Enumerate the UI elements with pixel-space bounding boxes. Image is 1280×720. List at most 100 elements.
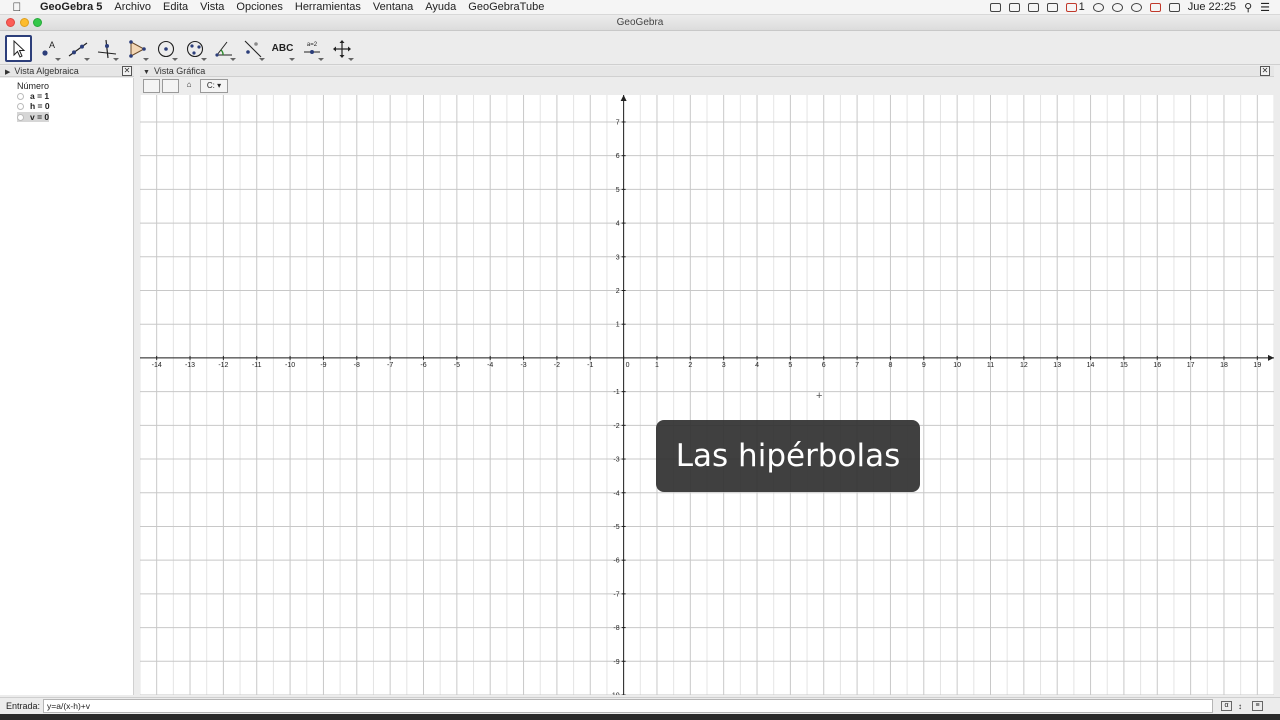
- x-axis-arrow: [1268, 354, 1274, 361]
- bluetooth-icon[interactable]: [1111, 2, 1123, 12]
- x-tick-label: 9: [922, 362, 926, 369]
- move-tool-button[interactable]: [5, 35, 32, 62]
- circle-tool-button[interactable]: [152, 35, 179, 62]
- symbol-keyboard-icon[interactable]: α: [1221, 701, 1233, 711]
- conic-icon: [186, 40, 203, 57]
- x-tick-label: -5: [454, 362, 460, 369]
- macos-menubar:  GeoGebra 5 Archivo Edita Vista Opcione…: [0, 0, 1280, 15]
- x-tick-label: 5: [788, 362, 792, 369]
- point-capture-label: C:: [206, 81, 215, 90]
- polygon-tool-button[interactable]: [123, 35, 150, 62]
- algebra-item-a[interactable]: a = 1: [17, 91, 49, 101]
- menu-herramientas[interactable]: Herramientas: [289, 1, 367, 13]
- y-tick-label: -5: [613, 524, 619, 531]
- menu-ayuda[interactable]: Ayuda: [419, 1, 462, 13]
- visibility-toggle-icon[interactable]: [17, 102, 24, 110]
- y-tick-label: -7: [613, 591, 619, 598]
- x-tick-label: 14: [1087, 362, 1095, 369]
- menu-ventana[interactable]: Ventana: [367, 1, 419, 13]
- y-axis-arrow: [620, 95, 627, 101]
- photo-icon[interactable]: [1008, 2, 1020, 12]
- text-tool-button[interactable]: ABC: [269, 35, 296, 62]
- collapse-triangle-icon[interactable]: ▶: [5, 67, 10, 78]
- spotlight-icon[interactable]: ⚲: [1244, 1, 1252, 14]
- close-window-icon[interactable]: [6, 18, 15, 27]
- toggle-grid-button[interactable]: [162, 79, 179, 93]
- wifi-icon[interactable]: [1130, 2, 1142, 12]
- toggle-axes-button[interactable]: [143, 79, 160, 93]
- dropbox-icon[interactable]: [1027, 2, 1039, 12]
- algebra-item-h[interactable]: h = 0: [17, 101, 50, 111]
- menu-opciones[interactable]: Opciones: [230, 1, 288, 13]
- move-view-icon: [332, 39, 351, 58]
- algebra-view-header[interactable]: ▶ Vista Algebraica ✕: [0, 66, 134, 77]
- x-tick-label: -12: [218, 362, 228, 369]
- point-tool-button[interactable]: A: [35, 35, 62, 62]
- angle-tool-button[interactable]: [210, 35, 237, 62]
- coordinate-plane[interactable]: -14 -13 -12 -11 -10 -9 -8 -7 -6 -5 -4 -3 -2 -1 0 1 2 3 4 5 6…: [140, 95, 1274, 695]
- x-tick-label: 3: [722, 362, 726, 369]
- input-help-icon[interactable]: ↕: [1238, 702, 1242, 711]
- svg-text:A: A: [49, 40, 55, 50]
- graphics-view[interactable]: -14 -13 -12 -11 -10 -9 -8 -7 -6 -5 -4 -3 -2 -1 0 1 2 3 4 5 6…: [140, 95, 1274, 695]
- collapse-triangle-icon[interactable]: ▼: [143, 67, 150, 78]
- algebra-view-title: Vista Algebraica: [14, 66, 79, 76]
- input-history-icon[interactable]: ≡: [1252, 701, 1264, 711]
- x-tick-label: 18: [1220, 362, 1228, 369]
- input-field[interactable]: y=a/(x-h)+v: [43, 699, 1214, 713]
- volume-icon[interactable]: [1168, 2, 1180, 12]
- x-tick-label: 12: [1020, 362, 1028, 369]
- screen-record-icon[interactable]: [989, 2, 1001, 12]
- menu-vista[interactable]: Vista: [194, 1, 230, 13]
- slider-tool-button[interactable]: a=2: [298, 35, 325, 62]
- menubar-clock[interactable]: Jue 22:25: [1188, 1, 1236, 13]
- menu-archivo[interactable]: Archivo: [108, 1, 157, 13]
- y-tick-label: -9: [613, 659, 619, 666]
- x-tick-label: 6: [822, 362, 826, 369]
- angle-icon: [214, 41, 232, 57]
- apple-icon[interactable]: : [0, 0, 34, 14]
- menu-geogebratube[interactable]: GeoGebraTube: [462, 1, 550, 13]
- close-algebra-view-icon[interactable]: ✕: [122, 66, 132, 76]
- menu-edita[interactable]: Edita: [157, 1, 194, 13]
- visibility-toggle-icon[interactable]: [17, 92, 24, 100]
- visibility-toggle-icon[interactable]: [17, 113, 24, 121]
- zoom-window-icon[interactable]: [33, 18, 42, 27]
- algebra-view: Número a = 1 h = 0 v = 0: [0, 78, 134, 695]
- y-tick-label: -2: [613, 423, 619, 430]
- close-graphics-view-icon[interactable]: ✕: [1260, 66, 1270, 76]
- graphics-view-title: Vista Gráfica: [153, 66, 206, 76]
- perpendicular-tool-button[interactable]: [93, 35, 120, 62]
- reflect-tool-button[interactable]: [239, 35, 266, 62]
- graphics-view-header[interactable]: ▼ Vista Gráfica ✕: [140, 66, 1274, 77]
- x-tick-label: -1: [587, 362, 593, 369]
- algebra-item-text: h = 0: [30, 101, 50, 111]
- menu-list-icon[interactable]: ☰: [1260, 1, 1270, 14]
- x-tick-label: -14: [152, 362, 162, 369]
- algebra-item-v[interactable]: v = 0: [17, 112, 50, 122]
- line-tool-button[interactable]: [64, 35, 91, 62]
- x-tick-label: -3: [520, 362, 526, 369]
- arrow-cursor-icon: [13, 39, 25, 58]
- slider-icon: a=2: [303, 42, 320, 54]
- mail-indicator[interactable]: 1: [1065, 1, 1085, 13]
- x-tick-label: -6: [420, 362, 426, 369]
- minimize-window-icon[interactable]: [20, 18, 29, 27]
- home-icon[interactable]: ⌂: [183, 79, 195, 93]
- y-tick-label: 5: [616, 187, 620, 194]
- polygon-icon: [128, 39, 146, 58]
- point-icon: A: [41, 40, 55, 56]
- conic-tool-button[interactable]: [181, 35, 208, 62]
- y-tick-label: -3: [613, 457, 619, 464]
- x-tick-label: -4: [487, 362, 493, 369]
- x-tick-label: 13: [1053, 362, 1061, 369]
- clipboard-icon[interactable]: [1046, 2, 1058, 12]
- line-icon: [68, 42, 87, 56]
- point-capture-dropdown[interactable]: C: ▾: [200, 79, 228, 93]
- move-view-tool-button[interactable]: [328, 35, 355, 62]
- menu-app-name[interactable]: GeoGebra 5: [34, 1, 108, 13]
- graphics-style-bar: ⌂ C: ▾: [140, 78, 1274, 94]
- text-tool-label: ABC: [271, 43, 294, 54]
- flag-icon[interactable]: [1149, 2, 1161, 12]
- time-machine-icon[interactable]: [1092, 2, 1104, 12]
